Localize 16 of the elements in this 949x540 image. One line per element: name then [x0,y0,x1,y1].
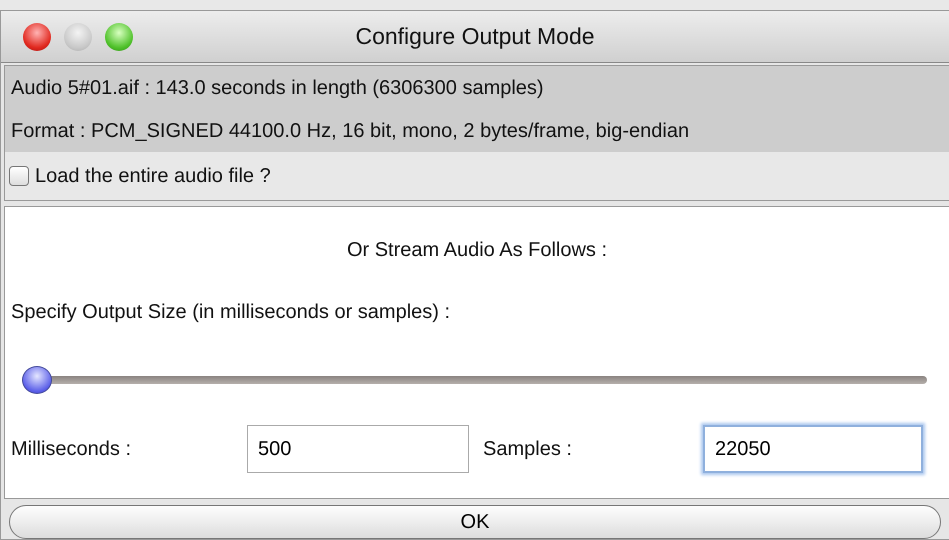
ok-button[interactable]: OK [9,505,941,539]
slider-thumb[interactable] [22,366,52,394]
checkbox-label[interactable]: Load the entire audio file ? [35,161,271,191]
checkbox[interactable] [9,166,29,186]
section-heading: Or Stream Audio As Follows : [346,239,608,261]
output-size-label: Specify Output Size (in milliseconds or samples) : [11,301,450,323]
field-label: Milliseconds : [11,437,132,462]
text-field[interactable]: 22050 [703,425,923,473]
text-field[interactable]: 500 [247,425,469,473]
zoom-button[interactable] [105,22,133,50]
close-button[interactable] [23,22,51,50]
info-text: Audio 5#01.aif : 143.0 seconds in length (6306300 samples) [11,76,544,100]
field-label: Samples : [483,437,573,462]
window-title: Configure Output Mode [355,23,595,50]
info-text: Format : PCM_SIGNED 44100.0 Hz, 16 bit, mono, 2 bytes/frame, big-endian [11,118,690,144]
slider[interactable] [22,365,927,395]
